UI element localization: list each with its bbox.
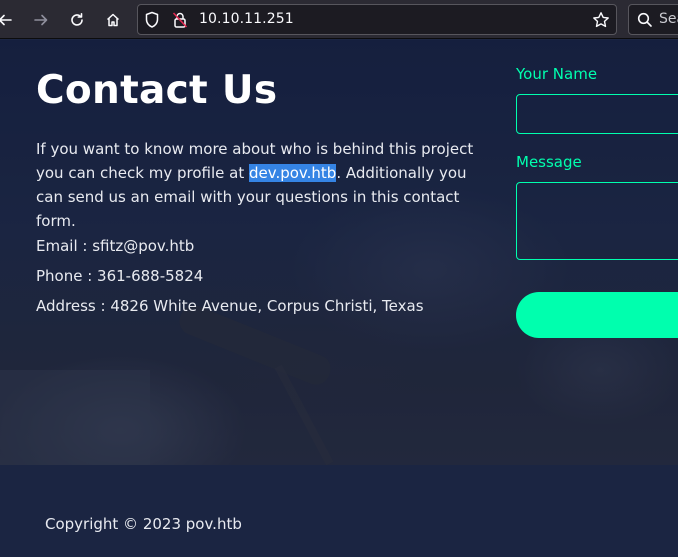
contact-address: Address : 4826 White Avenue, Corpus Chri…: [36, 297, 424, 315]
copyright-text: Copyright © 2023 pov.htb: [45, 515, 242, 533]
back-arrow-icon[interactable]: [0, 7, 18, 33]
search-icon: [637, 12, 653, 32]
reload-icon[interactable]: [64, 7, 90, 33]
bookmark-star-icon[interactable]: [592, 11, 610, 33]
contact-phone: Phone : 361-688-5824: [36, 267, 204, 285]
page-title: Contact Us: [36, 68, 278, 113]
forward-arrow-icon[interactable]: [28, 7, 54, 33]
message-textarea[interactable]: [516, 182, 678, 260]
name-input[interactable]: [516, 94, 678, 134]
browser-toolbar: 10.10.11.251 Sea: [0, 0, 678, 39]
profile-link[interactable]: dev.pov.htb: [248, 164, 337, 182]
search-placeholder: Sea: [659, 11, 678, 27]
url-text[interactable]: 10.10.11.251: [199, 11, 294, 27]
footer: Copyright © 2023 pov.htb: [0, 465, 678, 557]
url-bar[interactable]: 10.10.11.251: [137, 4, 617, 35]
contact-section: Contact Us If you want to know more abou…: [0, 40, 678, 466]
shield-icon[interactable]: [144, 11, 160, 33]
insecure-lock-icon[interactable]: [172, 11, 188, 33]
name-label: Your Name: [516, 65, 598, 83]
contact-email: Email : sfitz@pov.htb: [36, 237, 195, 255]
message-label: Message: [516, 153, 582, 171]
home-icon[interactable]: [100, 7, 126, 33]
search-input[interactable]: Sea: [628, 4, 678, 35]
page-content: Contact Us If you want to know more abou…: [0, 40, 678, 557]
contact-intro: If you want to know more about who is be…: [36, 137, 486, 233]
submit-button[interactable]: [516, 292, 678, 338]
